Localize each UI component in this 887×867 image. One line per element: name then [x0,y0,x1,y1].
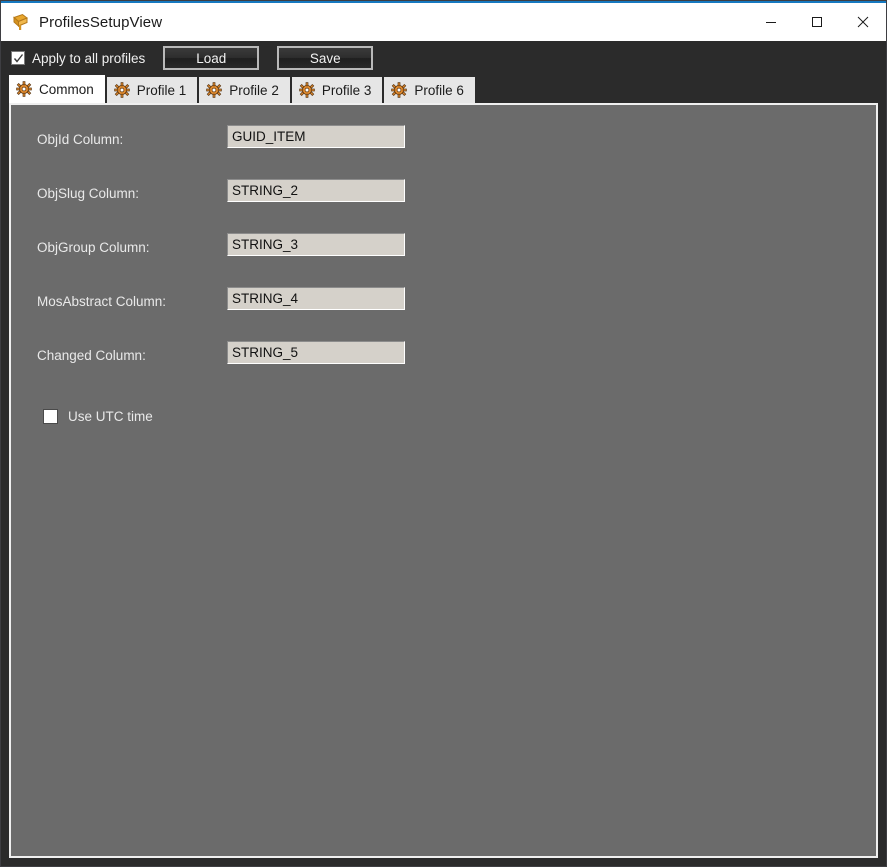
settings-panel: ObjId Column: ObjSlug Column: ObjGroup C… [9,103,878,858]
tab-profile-3[interactable]: Profile 3 [291,77,383,103]
field-row-changed: Changed Column: [11,341,876,395]
objgroup-column-input[interactable] [227,233,405,256]
objslug-column-label: ObjSlug Column: [37,186,140,201]
tab-profile-2[interactable]: Profile 2 [199,77,290,103]
gear-icon [391,82,408,98]
title-bar[interactable]: ProfilesSetupView [1,3,886,41]
close-button[interactable] [840,3,886,41]
objid-column-input[interactable] [227,125,405,148]
mosabstract-column-label: MosAbstract Column: [37,294,167,309]
checkmark-icon [13,53,23,63]
tab-label: Profile 2 [229,82,279,98]
window-controls [748,3,886,41]
tab-common[interactable]: Common [9,75,105,103]
checkbox-box [43,409,58,424]
tab-bar: Common Profile 1 Profile 2 Profile 3 Pro… [1,75,886,103]
objid-column-label: ObjId Column: [37,132,124,147]
apply-to-all-profiles-label: Apply to all profiles [32,50,146,66]
tab-label: Profile 1 [136,82,187,98]
minimize-icon [766,22,776,23]
use-utc-time-label: Use UTC time [68,409,153,424]
tab-profile-1[interactable]: Profile 1 [106,77,198,103]
app-icon [9,11,31,33]
changed-column-input[interactable] [227,341,405,364]
maximize-icon [812,17,822,27]
window-title: ProfilesSetupView [39,13,163,31]
objgroup-column-label: ObjGroup Column: [37,240,150,255]
mosabstract-column-input[interactable] [227,287,405,310]
tab-profile-6[interactable]: Profile 6 [384,77,475,103]
tab-label: Profile 3 [321,82,372,98]
common-settings-form: ObjId Column: ObjSlug Column: ObjGroup C… [11,105,876,424]
checkbox-box [11,51,25,65]
field-row-objgroup: ObjGroup Column: [11,233,876,287]
gear-icon [114,82,130,98]
changed-column-label: Changed Column: [37,348,146,363]
load-button[interactable]: Load [163,46,260,70]
toolbar: Apply to all profiles Load Save [1,41,886,75]
close-icon [857,16,869,28]
field-row-mosabstract: MosAbstract Column: [11,287,876,341]
gear-icon [299,82,315,98]
use-utc-time-checkbox[interactable]: Use UTC time [43,409,203,424]
save-button[interactable]: Save [277,46,374,70]
field-row-objslug: ObjSlug Column: [11,179,876,233]
apply-to-all-profiles-checkbox[interactable]: Apply to all profiles [11,51,145,66]
field-row-objid: ObjId Column: [11,125,876,179]
gear-icon [206,82,223,98]
gear-icon [16,81,32,97]
tab-label: Common [39,81,94,97]
objslug-column-input[interactable] [227,179,405,202]
application-window: ProfilesSetupView Apply to all profiles … [0,0,887,867]
maximize-button[interactable] [794,3,840,41]
tab-label: Profile 6 [414,82,464,98]
minimize-button[interactable] [748,3,794,41]
